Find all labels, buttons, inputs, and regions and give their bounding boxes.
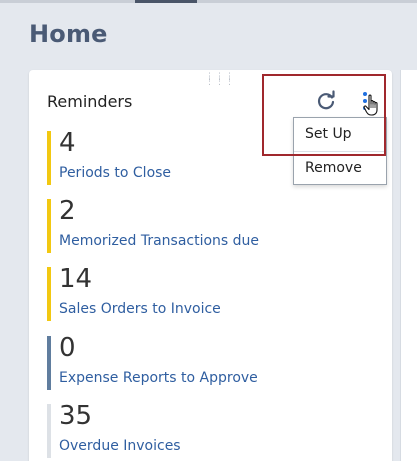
reminder-item[interactable]: 14 Sales Orders to Invoice — [47, 264, 347, 321]
reminder-count: 14 — [59, 264, 93, 294]
status-bar — [47, 404, 51, 458]
status-bar — [47, 267, 51, 321]
adjacent-portlet-edge — [400, 70, 417, 461]
reminder-item[interactable]: 2 Memorized Transactions due — [47, 196, 347, 253]
reminder-count: 4 — [59, 128, 76, 158]
status-bar — [47, 199, 51, 253]
top-nav-strip — [0, 0, 417, 3]
reminder-label[interactable]: Periods to Close — [59, 165, 171, 181]
reminder-item[interactable]: 0 Expense Reports to Approve — [47, 333, 347, 390]
reminder-count: 2 — [59, 196, 76, 226]
reminder-count: 0 — [59, 333, 76, 363]
status-bar — [47, 131, 51, 185]
reminder-item[interactable]: 35 Overdue Invoices — [47, 401, 347, 458]
status-bar — [47, 336, 51, 390]
reminder-label[interactable]: Sales Orders to Invoice — [59, 301, 221, 317]
active-tab-indicator — [135, 0, 197, 3]
highlight-annotation — [262, 74, 386, 156]
drag-handle-icon[interactable]: ⋮⋮⋮ ⋮⋮⋮ — [205, 73, 235, 87]
reminder-label[interactable]: Memorized Transactions due — [59, 233, 259, 249]
reminder-label[interactable]: Overdue Invoices — [59, 438, 181, 454]
page-title: Home — [29, 20, 108, 48]
reminder-count: 35 — [59, 401, 93, 431]
portlet-title: Reminders — [47, 92, 133, 111]
reminder-label[interactable]: Expense Reports to Approve — [59, 370, 258, 386]
